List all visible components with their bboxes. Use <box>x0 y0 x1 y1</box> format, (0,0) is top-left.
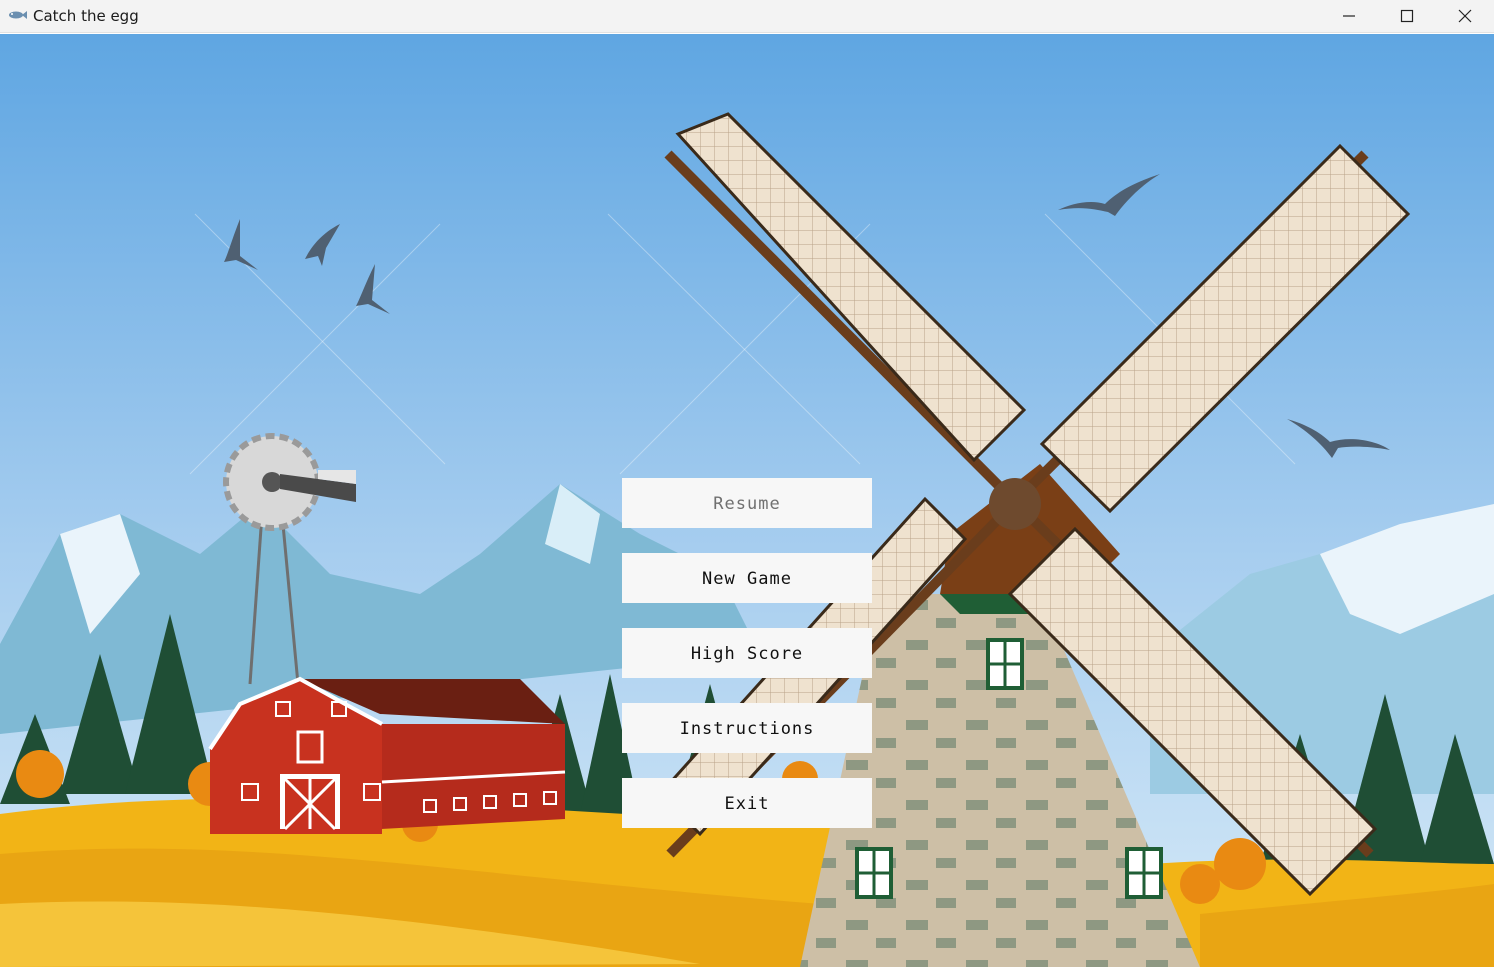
new-game-button[interactable]: New Game <box>622 553 872 603</box>
game-menu-scene: Resume New Game High Score Instructions … <box>0 34 1494 967</box>
resume-button[interactable]: Resume <box>622 478 872 528</box>
fish-icon <box>7 8 27 22</box>
window-title: Catch the egg <box>33 7 139 25</box>
close-icon <box>1458 9 1472 23</box>
maximize-icon <box>1400 9 1414 23</box>
instructions-button[interactable]: Instructions <box>622 703 872 753</box>
close-button[interactable] <box>1437 0 1494 33</box>
window-titlebar: Catch the egg <box>0 0 1494 33</box>
maximize-button[interactable] <box>1379 0 1437 33</box>
minimize-button[interactable] <box>1321 0 1379 33</box>
minimize-icon <box>1343 15 1355 17</box>
high-score-button[interactable]: High Score <box>622 628 872 678</box>
exit-button[interactable]: Exit <box>622 778 872 828</box>
